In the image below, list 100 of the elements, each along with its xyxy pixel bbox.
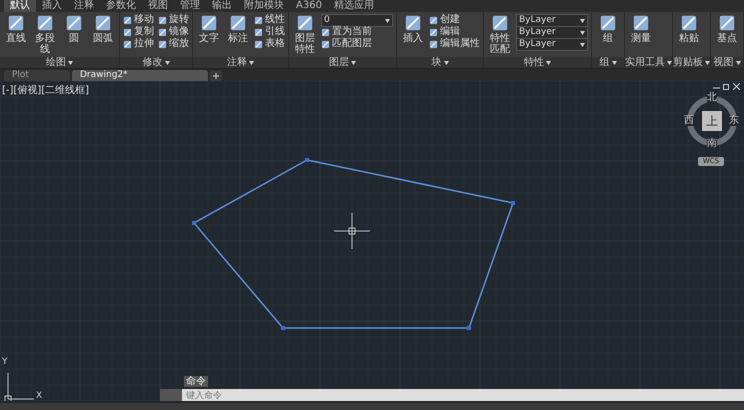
panel-title[interactable]: 绘图: [46, 57, 66, 68]
tool-icon: [296, 14, 314, 32]
caret-icon: [385, 18, 390, 22]
caret-icon: [351, 60, 356, 64]
ribbon-tool[interactable]: 基点: [714, 14, 740, 44]
tool-icon: [123, 40, 132, 48]
compass-label[interactable]: 西: [684, 116, 694, 126]
ribbon-tool[interactable]: 粘贴: [676, 14, 702, 44]
caret-icon: [580, 30, 585, 34]
dropdown-field[interactable]: ByLayer: [516, 38, 588, 51]
tool-icon: [404, 14, 422, 32]
ribbon-tool[interactable]: 多段线: [32, 14, 58, 55]
ribbon-tool[interactable]: 测量: [628, 14, 654, 44]
ribbon-tool[interactable]: 旋转: [158, 14, 189, 26]
tool-icon: [718, 14, 736, 32]
tool-icon: [123, 16, 132, 24]
ribbon-tab[interactable]: 参数化: [100, 0, 142, 12]
tool-icon: [36, 14, 54, 32]
viewcube-face[interactable]: 上: [702, 111, 722, 131]
dropdown-field[interactable]: 0: [321, 14, 393, 27]
ribbon-tool[interactable]: 镜像: [158, 26, 189, 38]
viewport-label[interactable]: [-][俯视][二维线框]: [2, 83, 90, 97]
compass-label[interactable]: 北: [707, 93, 717, 103]
caret-icon: [667, 60, 672, 64]
tool-icon: [94, 14, 112, 32]
ribbon-tool[interactable]: 组: [595, 14, 621, 44]
ribbon-tool[interactable]: 直线: [3, 14, 29, 44]
file-tab[interactable]: Drawing2*: [72, 70, 208, 81]
tool-icon: [200, 14, 218, 32]
ribbon-tool[interactable]: 置为当前: [321, 26, 393, 38]
axis-label: X: [36, 391, 42, 401]
ribbon-tab[interactable]: A360: [290, 0, 328, 12]
ribbon-tab[interactable]: 视图: [142, 0, 174, 12]
file-tab[interactable]: Plot: [4, 70, 70, 81]
dropdown-field[interactable]: ByLayer: [516, 26, 588, 39]
ribbon-tab[interactable]: 插入: [36, 0, 68, 12]
caret-icon: [612, 60, 616, 64]
ribbon-tool[interactable]: 复制: [123, 26, 154, 38]
caret-icon: [546, 60, 551, 64]
tool-icon: [491, 14, 509, 32]
compass-label[interactable]: 东: [729, 116, 739, 126]
dropdown-field[interactable]: ByLayer: [516, 14, 588, 27]
ribbon-tool[interactable]: 表格: [254, 38, 285, 50]
tool-icon: [7, 14, 25, 32]
compass-label[interactable]: 南: [707, 139, 717, 149]
ribbon-tab[interactable]: 输出: [206, 0, 238, 12]
tool-icon: [254, 28, 263, 36]
ribbon-tool[interactable]: 移动: [123, 14, 154, 26]
ribbon-tab[interactable]: 管理: [174, 0, 206, 12]
axis-label: Y: [2, 357, 8, 367]
plus-icon: [213, 73, 219, 79]
command-tooltip: 命令: [184, 376, 208, 387]
ribbon-tool[interactable]: 拉伸: [123, 38, 154, 50]
panel-title[interactable]: 特性: [524, 57, 544, 68]
ribbon-tool[interactable]: 编辑属性: [429, 38, 480, 50]
ribbon-tool[interactable]: 引线: [254, 26, 285, 38]
panel-title[interactable]: 图层: [329, 57, 349, 68]
restore-icon[interactable]: [723, 83, 730, 90]
new-tab-button[interactable]: [210, 71, 222, 81]
panel-title[interactable]: 块: [432, 57, 442, 68]
tool-icon: [429, 16, 438, 24]
caret-icon: [705, 60, 710, 64]
polyline-shape[interactable]: [192, 158, 515, 330]
ribbon-tool[interactable]: 编辑: [429, 26, 480, 38]
tool-icon: [229, 14, 247, 32]
tool-icon: [632, 14, 650, 32]
caret-icon: [580, 42, 585, 46]
ribbon-tool[interactable]: 标注: [225, 14, 251, 44]
command-input[interactable]: 键入命令: [182, 389, 744, 401]
ribbon-tool[interactable]: 线性: [254, 14, 285, 26]
tool-icon: [599, 14, 617, 32]
ribbon-tool[interactable]: 特性匹配: [487, 14, 513, 55]
ribbon-tool[interactable]: 插入: [400, 14, 426, 44]
ribbon-tool[interactable]: 缩放: [158, 38, 189, 50]
tool-icon: [321, 28, 330, 36]
ribbon-tool[interactable]: 创建: [429, 14, 480, 26]
tool-icon: [321, 40, 330, 48]
caret-icon: [444, 60, 448, 64]
tool-icon: [254, 16, 263, 24]
ribbon-tool[interactable]: 匹配图层: [321, 38, 393, 50]
caret-icon: [164, 60, 170, 64]
crosshair-cursor-icon: [334, 212, 370, 250]
tool-icon: [158, 16, 167, 24]
ribbon-tool[interactable]: 圆弧: [90, 14, 116, 44]
caret-icon: [736, 60, 740, 64]
ribbon-tool[interactable]: 文字: [196, 14, 222, 44]
ucs-icon: [4, 372, 34, 401]
tool-icon: [680, 14, 698, 32]
caret-icon: [68, 60, 73, 64]
close-icon[interactable]: [733, 83, 740, 90]
tool-icon: [158, 28, 167, 36]
ribbon-tab[interactable]: 附加模块: [238, 0, 290, 12]
ribbon-tool[interactable]: 图层特性: [292, 14, 318, 55]
tool-icon: [429, 40, 438, 48]
caret-icon: [580, 18, 585, 22]
tool-icon: [429, 28, 438, 36]
tool-icon: [65, 14, 83, 32]
ribbon-tool[interactable]: 圆: [61, 14, 87, 44]
tool-icon: [123, 28, 132, 36]
ribbon-tab[interactable]: 默认: [4, 0, 36, 12]
